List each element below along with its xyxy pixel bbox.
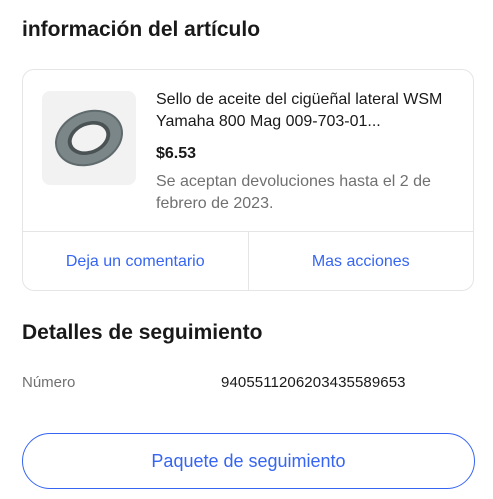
item-price: $6.53 [156,145,197,162]
item-name-link[interactable]: Sello de aceite del cigüeñal lateral WSM… [156,89,456,133]
tracking-details-heading: Detalles de seguimiento [22,321,263,344]
oil-seal-ring-image [55,109,123,167]
item-card-actions: Deja un comentario Mas acciones [23,231,474,290]
tracking-number-label: Número [22,374,76,391]
item-thumbnail[interactable] [42,91,136,185]
item-info-heading: información del artículo [22,18,261,41]
tracking-number-row: Número 9405511206203435589653 [22,372,474,394]
more-actions-link[interactable]: Mas acciones [247,232,474,290]
returns-note: Se aceptan devoluciones hasta el 2 de fe… [156,173,431,212]
item-card: Sello de aceite del cigüeñal lateral WSM… [22,69,474,291]
item-details: Sello de aceite del cigüeñal lateral WSM… [156,89,456,215]
track-package-button[interactable]: Paquete de seguimiento [22,433,475,489]
leave-feedback-link[interactable]: Deja un comentario [23,232,248,290]
tracking-number-value: 9405511206203435589653 [221,374,406,391]
